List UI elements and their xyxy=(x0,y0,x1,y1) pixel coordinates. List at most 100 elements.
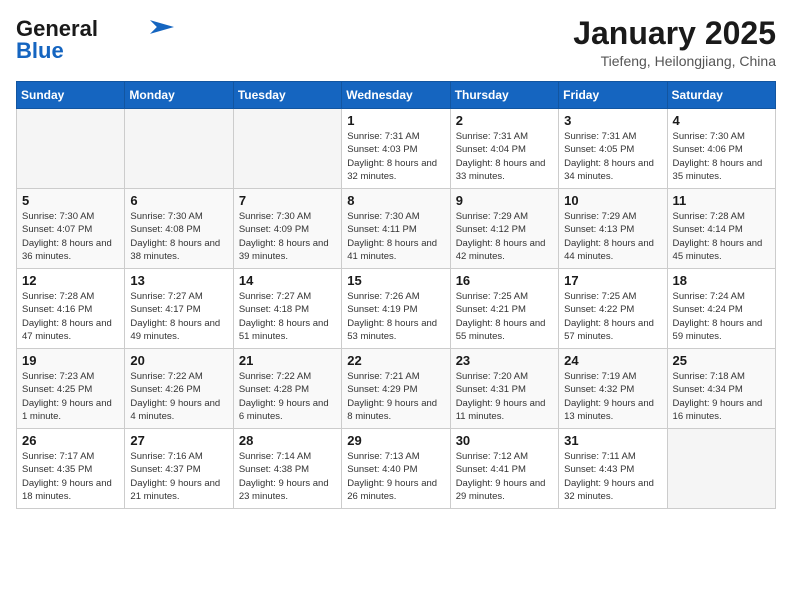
day-info: Sunrise: 7:11 AM Sunset: 4:43 PM Dayligh… xyxy=(564,450,661,503)
calendar-day-cell: 29 Sunrise: 7:13 AM Sunset: 4:40 PM Dayli… xyxy=(342,429,450,509)
calendar-day-cell: 1Sunrise: 7:31 AM Sunset: 4:03 PM Daylig… xyxy=(342,109,450,189)
day-number: 19 xyxy=(22,353,119,368)
calendar-day-cell: 22 Sunrise: 7:21 AM Sunset: 4:29 PM Dayli… xyxy=(342,349,450,429)
day-info: Sunrise: 7:28 AM Sunset: 4:16 PM Dayligh… xyxy=(22,290,119,343)
calendar-day-cell: 31Sunrise: 7:11 AM Sunset: 4:43 PM Dayli… xyxy=(559,429,667,509)
day-info: Sunrise: 7:30 AM Sunset: 4:09 PM Dayligh… xyxy=(239,210,336,263)
day-number: 20 xyxy=(130,353,227,368)
logo-arrow-icon xyxy=(150,20,174,34)
calendar-day-cell: 10 Sunrise: 7:29 AM Sunset: 4:13 PM Dayli… xyxy=(559,189,667,269)
title-block: January 2025 Tiefeng, Heilongjiang, Chin… xyxy=(573,16,776,69)
day-info: Sunrise: 7:19 AM Sunset: 4:32 PM Dayligh… xyxy=(564,370,661,423)
day-number: 16 xyxy=(456,273,553,288)
day-number: 27 xyxy=(130,433,227,448)
calendar-day-cell: 24 Sunrise: 7:19 AM Sunset: 4:32 PM Dayli… xyxy=(559,349,667,429)
weekday-header: Tuesday xyxy=(233,82,341,109)
day-number: 28 xyxy=(239,433,336,448)
weekday-header-row: SundayMondayTuesdayWednesdayThursdayFrid… xyxy=(17,82,776,109)
day-number: 25 xyxy=(673,353,770,368)
day-info: Sunrise: 7:25 AM Sunset: 4:22 PM Dayligh… xyxy=(564,290,661,343)
day-info: Sunrise: 7:30 AM Sunset: 4:11 PM Dayligh… xyxy=(347,210,444,263)
logo-blue: Blue xyxy=(16,38,64,64)
day-number: 11 xyxy=(673,193,770,208)
calendar-day-cell: 3Sunrise: 7:31 AM Sunset: 4:05 PM Daylig… xyxy=(559,109,667,189)
day-number: 9 xyxy=(456,193,553,208)
day-info: Sunrise: 7:17 AM Sunset: 4:35 PM Dayligh… xyxy=(22,450,119,503)
calendar-day-cell: 17 Sunrise: 7:25 AM Sunset: 4:22 PM Dayli… xyxy=(559,269,667,349)
calendar-day-cell xyxy=(17,109,125,189)
day-number: 7 xyxy=(239,193,336,208)
day-number: 22 xyxy=(347,353,444,368)
day-number: 21 xyxy=(239,353,336,368)
calendar-day-cell: 25 Sunrise: 7:18 AM Sunset: 4:34 PM Dayli… xyxy=(667,349,775,429)
day-number: 1 xyxy=(347,113,444,128)
day-number: 2 xyxy=(456,113,553,128)
day-number: 13 xyxy=(130,273,227,288)
day-info: Sunrise: 7:29 AM Sunset: 4:12 PM Dayligh… xyxy=(456,210,553,263)
calendar-day-cell: 4 Sunrise: 7:30 AM Sunset: 4:06 PM Daylig… xyxy=(667,109,775,189)
day-info: Sunrise: 7:31 AM Sunset: 4:04 PM Dayligh… xyxy=(456,130,553,183)
day-number: 8 xyxy=(347,193,444,208)
day-number: 29 xyxy=(347,433,444,448)
day-info: Sunrise: 7:21 AM Sunset: 4:29 PM Dayligh… xyxy=(347,370,444,423)
day-info: Sunrise: 7:12 AM Sunset: 4:41 PM Dayligh… xyxy=(456,450,553,503)
day-info: Sunrise: 7:27 AM Sunset: 4:18 PM Dayligh… xyxy=(239,290,336,343)
weekday-header: Saturday xyxy=(667,82,775,109)
day-number: 6 xyxy=(130,193,227,208)
calendar-table: SundayMondayTuesdayWednesdayThursdayFrid… xyxy=(16,81,776,509)
day-info: Sunrise: 7:29 AM Sunset: 4:13 PM Dayligh… xyxy=(564,210,661,263)
logo: General Blue xyxy=(16,16,174,64)
day-number: 14 xyxy=(239,273,336,288)
calendar-day-cell: 27 Sunrise: 7:16 AM Sunset: 4:37 PM Dayli… xyxy=(125,429,233,509)
calendar-day-cell: 23 Sunrise: 7:20 AM Sunset: 4:31 PM Dayli… xyxy=(450,349,558,429)
weekday-header: Sunday xyxy=(17,82,125,109)
calendar-day-cell: 21 Sunrise: 7:22 AM Sunset: 4:28 PM Dayli… xyxy=(233,349,341,429)
calendar-day-cell: 5Sunrise: 7:30 AM Sunset: 4:07 PM Daylig… xyxy=(17,189,125,269)
day-info: Sunrise: 7:22 AM Sunset: 4:28 PM Dayligh… xyxy=(239,370,336,423)
calendar-day-cell: 30 Sunrise: 7:12 AM Sunset: 4:41 PM Dayli… xyxy=(450,429,558,509)
day-number: 15 xyxy=(347,273,444,288)
day-number: 4 xyxy=(673,113,770,128)
calendar-day-cell: 2 Sunrise: 7:31 AM Sunset: 4:04 PM Daylig… xyxy=(450,109,558,189)
calendar-day-cell: 18Sunrise: 7:24 AM Sunset: 4:24 PM Dayli… xyxy=(667,269,775,349)
calendar-day-cell xyxy=(667,429,775,509)
calendar-day-cell: 15 Sunrise: 7:26 AM Sunset: 4:19 PM Dayli… xyxy=(342,269,450,349)
day-info: Sunrise: 7:23 AM Sunset: 4:25 PM Dayligh… xyxy=(22,370,119,423)
calendar-week-row: 1Sunrise: 7:31 AM Sunset: 4:03 PM Daylig… xyxy=(17,109,776,189)
day-info: Sunrise: 7:30 AM Sunset: 4:06 PM Dayligh… xyxy=(673,130,770,183)
day-number: 3 xyxy=(564,113,661,128)
day-number: 26 xyxy=(22,433,119,448)
weekday-header: Wednesday xyxy=(342,82,450,109)
calendar-day-cell: 13Sunrise: 7:27 AM Sunset: 4:17 PM Dayli… xyxy=(125,269,233,349)
day-number: 17 xyxy=(564,273,661,288)
calendar-day-cell xyxy=(233,109,341,189)
calendar-subtitle: Tiefeng, Heilongjiang, China xyxy=(573,53,776,69)
day-info: Sunrise: 7:30 AM Sunset: 4:08 PM Dayligh… xyxy=(130,210,227,263)
day-number: 23 xyxy=(456,353,553,368)
day-info: Sunrise: 7:26 AM Sunset: 4:19 PM Dayligh… xyxy=(347,290,444,343)
calendar-day-cell: 20 Sunrise: 7:22 AM Sunset: 4:26 PM Dayli… xyxy=(125,349,233,429)
day-info: Sunrise: 7:16 AM Sunset: 4:37 PM Dayligh… xyxy=(130,450,227,503)
day-number: 5 xyxy=(22,193,119,208)
day-number: 18 xyxy=(673,273,770,288)
calendar-week-row: 26 Sunrise: 7:17 AM Sunset: 4:35 PM Dayli… xyxy=(17,429,776,509)
calendar-day-cell: 8 Sunrise: 7:30 AM Sunset: 4:11 PM Daylig… xyxy=(342,189,450,269)
day-number: 30 xyxy=(456,433,553,448)
day-info: Sunrise: 7:25 AM Sunset: 4:21 PM Dayligh… xyxy=(456,290,553,343)
calendar-day-cell: 26 Sunrise: 7:17 AM Sunset: 4:35 PM Dayli… xyxy=(17,429,125,509)
day-info: Sunrise: 7:20 AM Sunset: 4:31 PM Dayligh… xyxy=(456,370,553,423)
calendar-day-cell: 14 Sunrise: 7:27 AM Sunset: 4:18 PM Dayli… xyxy=(233,269,341,349)
calendar-day-cell: 16 Sunrise: 7:25 AM Sunset: 4:21 PM Dayli… xyxy=(450,269,558,349)
day-number: 24 xyxy=(564,353,661,368)
day-info: Sunrise: 7:18 AM Sunset: 4:34 PM Dayligh… xyxy=(673,370,770,423)
calendar-day-cell: 6 Sunrise: 7:30 AM Sunset: 4:08 PM Daylig… xyxy=(125,189,233,269)
weekday-header: Friday xyxy=(559,82,667,109)
day-info: Sunrise: 7:14 AM Sunset: 4:38 PM Dayligh… xyxy=(239,450,336,503)
calendar-week-row: 19 Sunrise: 7:23 AM Sunset: 4:25 PM Dayli… xyxy=(17,349,776,429)
day-number: 10 xyxy=(564,193,661,208)
day-info: Sunrise: 7:22 AM Sunset: 4:26 PM Dayligh… xyxy=(130,370,227,423)
weekday-header: Monday xyxy=(125,82,233,109)
calendar-day-cell: 12Sunrise: 7:28 AM Sunset: 4:16 PM Dayli… xyxy=(17,269,125,349)
day-info: Sunrise: 7:13 AM Sunset: 4:40 PM Dayligh… xyxy=(347,450,444,503)
calendar-day-cell: 9 Sunrise: 7:29 AM Sunset: 4:12 PM Daylig… xyxy=(450,189,558,269)
